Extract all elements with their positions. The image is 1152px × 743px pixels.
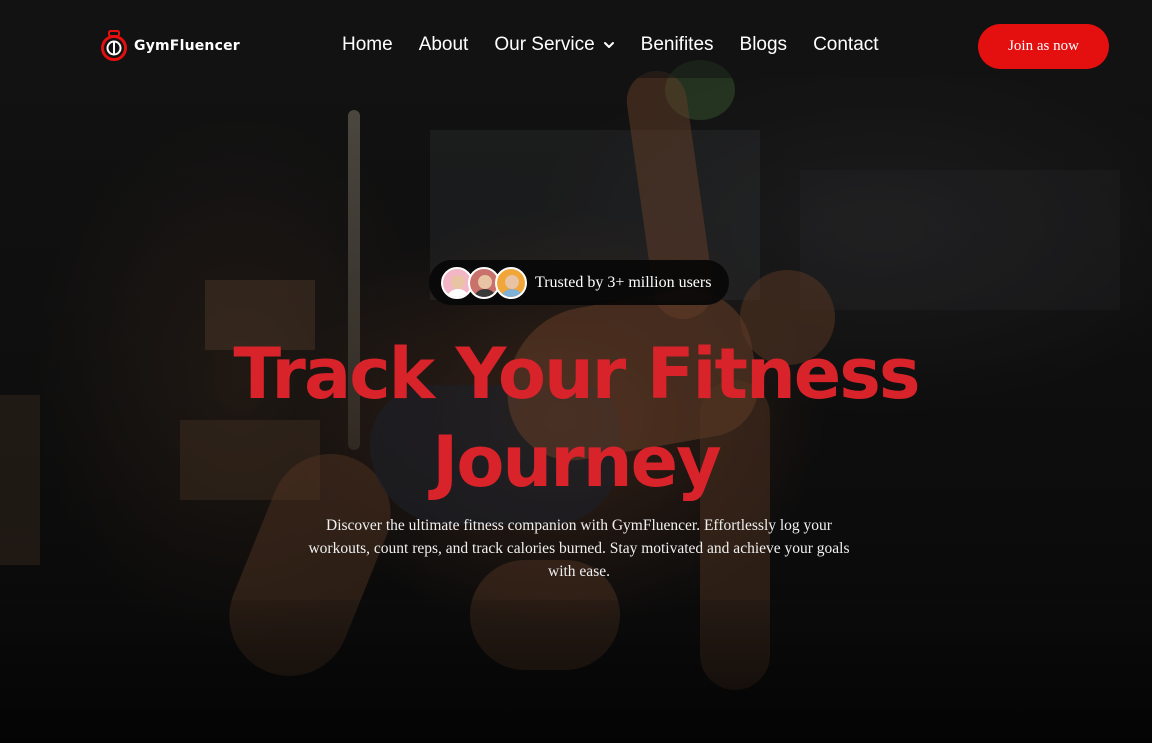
nav-item-label: Contact (813, 34, 879, 55)
avatar-group (441, 266, 527, 299)
nav-item-our-service[interactable]: Our Service (494, 34, 614, 56)
brand-logo[interactable]: GymFluencer (100, 30, 240, 62)
trust-badge: Trusted by 3+ million users (429, 260, 729, 305)
hero-title-line: Track Your Fitness (233, 333, 920, 415)
avatar-face (478, 274, 492, 289)
avatar-face (505, 274, 519, 289)
avatar-body (446, 288, 470, 297)
nav-item-about[interactable]: About (419, 34, 469, 56)
nav-item-contact[interactable]: Contact (813, 34, 878, 56)
nav-item-blogs[interactable]: Blogs (740, 34, 788, 56)
main-nav: Home About Our Service Benifites Blogs C… (342, 12, 879, 78)
avatar (495, 266, 527, 299)
nav-item-label: About (418, 34, 469, 55)
navbar: GymFluencer Home About Our Service Benif… (0, 12, 1152, 78)
hero-title-line: Journey (432, 421, 721, 503)
avatar-body (500, 288, 524, 297)
trust-text: Trusted by 3+ million users (535, 273, 712, 291)
nav-item-label: Blogs (739, 34, 788, 55)
hero-title: Track Your Fitness Journey (0, 330, 1152, 506)
nav-item-label: Home (342, 34, 393, 55)
gym-ring-logo-icon (101, 30, 127, 61)
join-button[interactable]: Join as now (978, 24, 1109, 69)
hero-description: Discover the ultimate fitness companion … (308, 517, 850, 580)
chevron-down-icon (603, 42, 614, 48)
nav-item-label: Our Service (494, 34, 595, 55)
nav-item-label: Benifites (640, 34, 714, 55)
avatar-face (451, 274, 465, 289)
nav-item-home[interactable]: Home (342, 34, 393, 56)
brand-name: GymFluencer (134, 38, 240, 54)
avatar-body (473, 288, 497, 297)
nav-item-benefits[interactable]: Benifites (641, 34, 714, 56)
